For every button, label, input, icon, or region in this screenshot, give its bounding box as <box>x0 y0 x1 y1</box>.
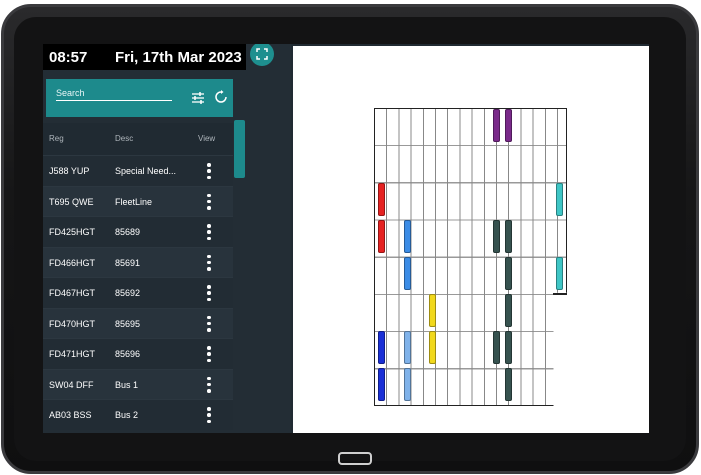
search-panel <box>46 79 233 117</box>
row-desc: 85695 <box>115 318 141 329</box>
bus-marker[interactable] <box>404 331 411 364</box>
table-row[interactable]: SW04 DFF Bus 1 <box>43 368 233 399</box>
more-vert-icon[interactable] <box>206 315 212 332</box>
bus-marker[interactable] <box>505 220 512 253</box>
more-vert-icon[interactable] <box>206 285 212 301</box>
more-vert-icon[interactable] <box>206 346 212 362</box>
bus-marker[interactable] <box>429 294 436 327</box>
search-input[interactable] <box>56 85 172 101</box>
expand-icon <box>256 48 268 60</box>
row-desc: Bus 1 <box>115 379 139 390</box>
more-vert-icon[interactable] <box>206 163 212 179</box>
column-header-reg[interactable]: Reg <box>49 134 64 143</box>
row-desc: Special Need... <box>115 166 177 176</box>
bus-marker[interactable] <box>505 257 512 290</box>
row-desc: 85692 <box>115 288 141 298</box>
row-reg: T695 QWE <box>49 196 94 207</box>
row-desc: 85696 <box>115 349 141 359</box>
row-desc: FleetLine <box>115 196 153 207</box>
row-reg: J588 YUP <box>49 166 90 176</box>
table-row[interactable]: FD471HGT 85696 <box>43 338 233 369</box>
bus-marker[interactable] <box>378 368 385 401</box>
bus-marker[interactable] <box>404 220 411 253</box>
refresh-icon[interactable] <box>214 90 228 104</box>
more-vert-icon[interactable] <box>206 224 212 240</box>
bus-marker[interactable] <box>493 331 500 364</box>
bus-marker[interactable] <box>493 220 500 253</box>
more-vert-icon[interactable] <box>206 193 212 210</box>
app-screen: 08:57 Fri, 17th Mar 2023 R <box>43 44 649 433</box>
bus-marker[interactable] <box>505 331 512 364</box>
more-vert-icon[interactable] <box>206 407 212 423</box>
bus-marker[interactable] <box>505 294 512 327</box>
bus-marker[interactable] <box>493 109 500 142</box>
bus-marker[interactable] <box>505 368 512 401</box>
depot-parking-grid[interactable] <box>374 108 567 406</box>
home-button[interactable] <box>338 452 372 465</box>
more-vert-icon[interactable] <box>206 376 212 393</box>
bus-marker[interactable] <box>378 183 385 216</box>
row-reg: AB03 BSS <box>49 410 92 420</box>
table-row[interactable]: FD425HGT 85689 <box>43 216 233 247</box>
scrollbar-thumb[interactable] <box>234 120 245 178</box>
current-date: Fri, 17th Mar 2023 <box>115 48 242 66</box>
table-row[interactable]: FD467HGT 85692 <box>43 277 233 308</box>
table-header: Reg Desc View <box>43 123 233 155</box>
bus-marker[interactable] <box>378 331 385 364</box>
row-reg: FD467HGT <box>49 288 96 298</box>
row-reg: FD470HGT <box>49 318 96 329</box>
row-desc: 85691 <box>115 257 141 268</box>
bus-marker[interactable] <box>429 331 436 364</box>
vehicle-list-panel: 08:57 Fri, 17th Mar 2023 R <box>43 44 291 433</box>
row-reg: FD466HGT <box>49 257 96 268</box>
table-row[interactable]: FD470HGT 85695 <box>43 307 233 338</box>
depot-map[interactable] <box>293 46 649 433</box>
bus-marker[interactable] <box>556 257 563 290</box>
bus-marker[interactable] <box>378 220 385 253</box>
column-header-desc[interactable]: Desc <box>115 134 133 143</box>
status-bar: 08:57 Fri, 17th Mar 2023 <box>43 44 246 70</box>
row-desc: 85689 <box>115 227 141 237</box>
table-row[interactable]: T695 QWE FleetLine <box>43 185 233 216</box>
table-row[interactable]: J588 YUP Special Need... <box>43 155 233 186</box>
more-vert-icon[interactable] <box>206 254 212 271</box>
row-reg: FD425HGT <box>49 227 96 237</box>
row-reg: FD471HGT <box>49 349 96 359</box>
expand-button[interactable] <box>250 44 274 66</box>
row-desc: Bus 2 <box>115 410 139 420</box>
clock-time: 08:57 <box>49 48 88 66</box>
table-row[interactable]: FD466HGT 85691 <box>43 246 233 277</box>
tune-icon[interactable] <box>191 91 205 105</box>
bus-marker[interactable] <box>404 257 411 290</box>
table-row[interactable]: AB03 BSS Bus 2 <box>43 399 233 430</box>
bus-marker[interactable] <box>556 183 563 216</box>
bus-marker[interactable] <box>505 109 512 142</box>
column-header-view: View <box>198 134 216 143</box>
vehicle-table-body: J588 YUP Special Need... T695 QWE FleetL… <box>43 155 233 430</box>
bus-marker[interactable] <box>404 368 411 401</box>
row-reg: SW04 DFF <box>49 379 94 390</box>
depot-outline-segment <box>553 293 567 295</box>
